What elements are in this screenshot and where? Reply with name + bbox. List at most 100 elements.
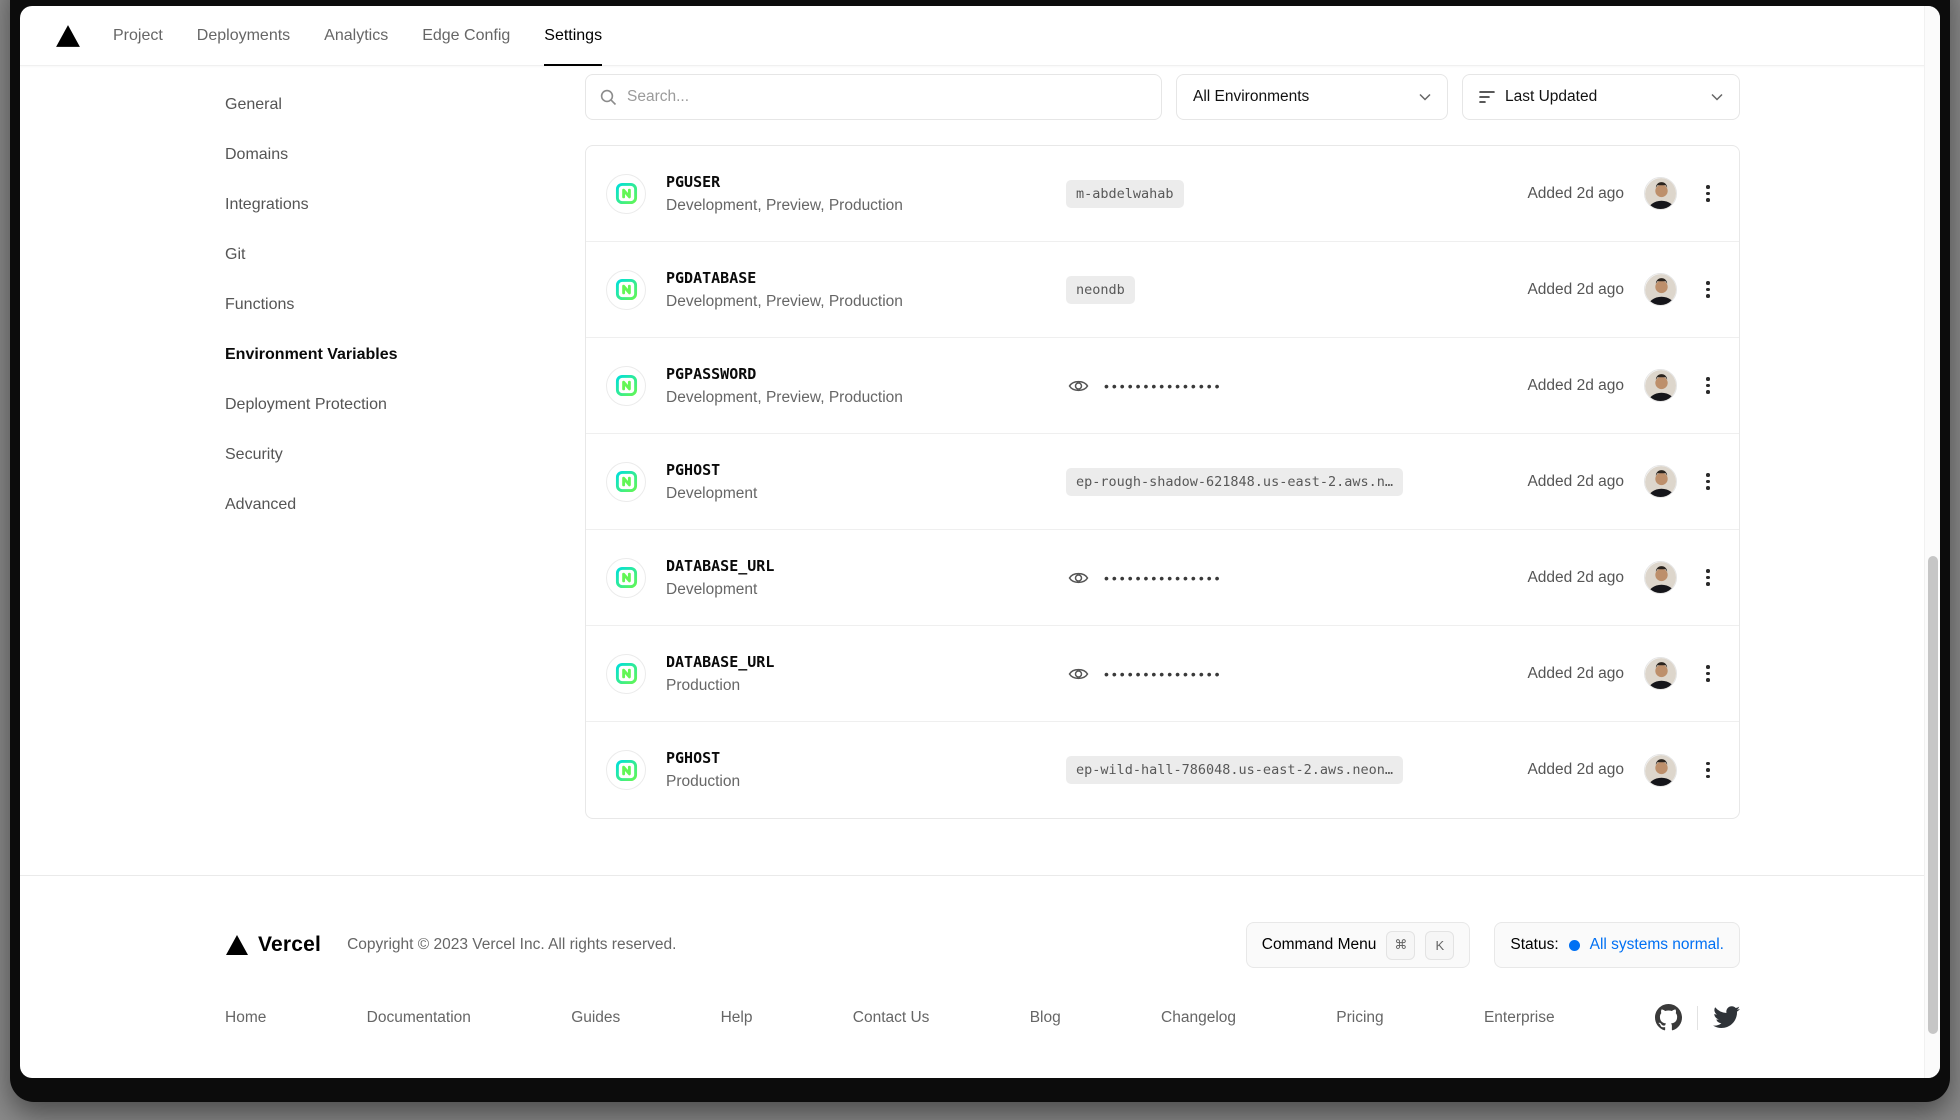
env-var-value: ep-wild-hall-786048.us-east-2.aws.neon… bbox=[1066, 756, 1403, 784]
page-footer: Vercel Copyright © 2023 Vercel Inc. All … bbox=[20, 875, 1940, 1031]
tab-edge-config[interactable]: Edge Config bbox=[422, 6, 510, 66]
sidebar-item-integrations[interactable]: Integrations bbox=[225, 180, 585, 230]
footer-link-changelog[interactable]: Changelog bbox=[1161, 1009, 1236, 1027]
neon-integration-icon bbox=[606, 270, 646, 310]
footer-link-blog[interactable]: Blog bbox=[1030, 1009, 1061, 1027]
avatar bbox=[1644, 273, 1677, 306]
row-menu-kebab-icon[interactable] bbox=[1697, 659, 1719, 689]
sidebar-item-git[interactable]: Git bbox=[225, 230, 585, 280]
twitter-icon[interactable] bbox=[1713, 1006, 1740, 1029]
sidebar-item-functions[interactable]: Functions bbox=[225, 280, 585, 330]
brand-name: Vercel bbox=[258, 933, 321, 957]
hidden-env-var-value: ••••••••••••••• bbox=[1104, 666, 1223, 682]
row-menu-kebab-icon[interactable] bbox=[1697, 755, 1719, 785]
tab-project[interactable]: Project bbox=[113, 6, 163, 66]
sort-filter-select[interactable]: Last Updated bbox=[1462, 74, 1740, 120]
github-icon[interactable] bbox=[1655, 1004, 1682, 1031]
env-var-name: DATABASE_URL bbox=[666, 653, 1046, 671]
env-var-name: PGHOST bbox=[666, 461, 1046, 479]
reveal-value-eye-icon[interactable] bbox=[1066, 374, 1090, 398]
reveal-value-eye-icon[interactable] bbox=[1066, 662, 1090, 686]
env-var-environments: Development, Preview, Production bbox=[666, 389, 1046, 407]
search-box[interactable] bbox=[585, 74, 1162, 120]
env-var-environments: Production bbox=[666, 773, 1046, 791]
search-icon bbox=[600, 89, 617, 106]
env-var-value: m-abdelwahab bbox=[1066, 180, 1184, 208]
vercel-footer-logo[interactable]: Vercel bbox=[225, 933, 321, 957]
search-input[interactable] bbox=[627, 88, 1147, 106]
env-var-environments: Production bbox=[666, 677, 1046, 695]
sort-icon bbox=[1479, 90, 1495, 104]
added-timestamp: Added 2d ago bbox=[1527, 185, 1624, 203]
env-var-name: PGUSER bbox=[666, 173, 1046, 191]
environment-filter-select[interactable]: All Environments bbox=[1176, 74, 1448, 120]
environment-filter-value: All Environments bbox=[1193, 88, 1409, 106]
env-var-environments: Development bbox=[666, 581, 1046, 599]
footer-link-pricing[interactable]: Pricing bbox=[1336, 1009, 1383, 1027]
neon-integration-icon bbox=[606, 654, 646, 694]
footer-link-help[interactable]: Help bbox=[721, 1009, 753, 1027]
hidden-env-var-value: ••••••••••••••• bbox=[1104, 378, 1223, 394]
row-menu-kebab-icon[interactable] bbox=[1697, 179, 1719, 209]
status-indicator[interactable]: Status: All systems normal. bbox=[1494, 922, 1740, 968]
chevron-down-icon bbox=[1711, 93, 1723, 101]
social-divider bbox=[1697, 1006, 1698, 1030]
added-timestamp: Added 2d ago bbox=[1527, 473, 1624, 491]
row-menu-kebab-icon[interactable] bbox=[1697, 371, 1719, 401]
neon-integration-icon bbox=[606, 558, 646, 598]
row-menu-kebab-icon[interactable] bbox=[1697, 467, 1719, 497]
footer-link-contact-us[interactable]: Contact Us bbox=[853, 1009, 930, 1027]
footer-link-enterprise[interactable]: Enterprise bbox=[1484, 1009, 1555, 1027]
neon-integration-icon bbox=[606, 174, 646, 214]
env-vars-main: All Environments Last Updated bbox=[585, 66, 1740, 819]
env-var-value: neondb bbox=[1066, 276, 1135, 304]
env-var-name: DATABASE_URL bbox=[666, 557, 1046, 575]
sidebar-item-environment-variables[interactable]: Environment Variables bbox=[225, 330, 585, 380]
top-nav: Project Deployments Analytics Edge Confi… bbox=[20, 6, 1940, 66]
status-label: Status: bbox=[1510, 936, 1558, 954]
footer-link-documentation[interactable]: Documentation bbox=[367, 1009, 471, 1027]
command-menu-label: Command Menu bbox=[1262, 936, 1377, 954]
sort-filter-value: Last Updated bbox=[1505, 88, 1701, 106]
sidebar-item-advanced[interactable]: Advanced bbox=[225, 480, 585, 530]
settings-sidebar: General Domains Integrations Git Functio… bbox=[225, 66, 585, 530]
command-menu-button[interactable]: Command Menu ⌘ K bbox=[1246, 922, 1471, 968]
k-key-badge: K bbox=[1425, 931, 1454, 960]
avatar bbox=[1644, 657, 1677, 690]
env-var-row-pgpassword: PGPASSWORD Development, Preview, Product… bbox=[586, 338, 1739, 434]
status-message-link[interactable]: All systems normal. bbox=[1590, 936, 1724, 954]
neon-integration-icon bbox=[606, 750, 646, 790]
sidebar-item-security[interactable]: Security bbox=[225, 430, 585, 480]
status-dot-icon bbox=[1569, 940, 1580, 951]
row-menu-kebab-icon[interactable] bbox=[1697, 275, 1719, 305]
env-var-row-pguser: PGUSER Development, Preview, Production … bbox=[586, 146, 1739, 242]
env-vars-list: PGUSER Development, Preview, Production … bbox=[585, 145, 1740, 819]
scrollbar-thumb[interactable] bbox=[1928, 556, 1938, 1034]
env-var-value: ep-rough-shadow-621848.us-east-2.aws.n… bbox=[1066, 468, 1403, 496]
reveal-value-eye-icon[interactable] bbox=[1066, 566, 1090, 590]
hidden-env-var-value: ••••••••••••••• bbox=[1104, 570, 1223, 586]
sidebar-item-domains[interactable]: Domains bbox=[225, 130, 585, 180]
footer-link-home[interactable]: Home bbox=[225, 1009, 266, 1027]
added-timestamp: Added 2d ago bbox=[1527, 281, 1624, 299]
row-menu-kebab-icon[interactable] bbox=[1697, 563, 1719, 593]
footer-link-guides[interactable]: Guides bbox=[571, 1009, 620, 1027]
env-var-name: PGDATABASE bbox=[666, 269, 1046, 287]
env-var-row-pghost-prod: PGHOST Production ep-wild-hall-786048.us… bbox=[586, 722, 1739, 818]
tab-deployments[interactable]: Deployments bbox=[197, 6, 290, 66]
sidebar-item-deployment-protection[interactable]: Deployment Protection bbox=[225, 380, 585, 430]
env-var-row-database-url-prod: DATABASE_URL Production ••••••••••••••• … bbox=[586, 626, 1739, 722]
sidebar-item-general[interactable]: General bbox=[225, 80, 585, 130]
added-timestamp: Added 2d ago bbox=[1527, 665, 1624, 683]
avatar bbox=[1644, 177, 1677, 210]
env-var-row-pgdatabase: PGDATABASE Development, Preview, Product… bbox=[586, 242, 1739, 338]
env-var-row-database-url-dev: DATABASE_URL Development •••••••••••••••… bbox=[586, 530, 1739, 626]
avatar bbox=[1644, 465, 1677, 498]
tab-settings[interactable]: Settings bbox=[544, 6, 602, 66]
vercel-logo-icon[interactable] bbox=[55, 24, 81, 48]
avatar bbox=[1644, 369, 1677, 402]
tab-analytics[interactable]: Analytics bbox=[324, 6, 388, 66]
scrollbar-track[interactable] bbox=[1924, 6, 1940, 1078]
avatar bbox=[1644, 754, 1677, 787]
avatar bbox=[1644, 561, 1677, 594]
